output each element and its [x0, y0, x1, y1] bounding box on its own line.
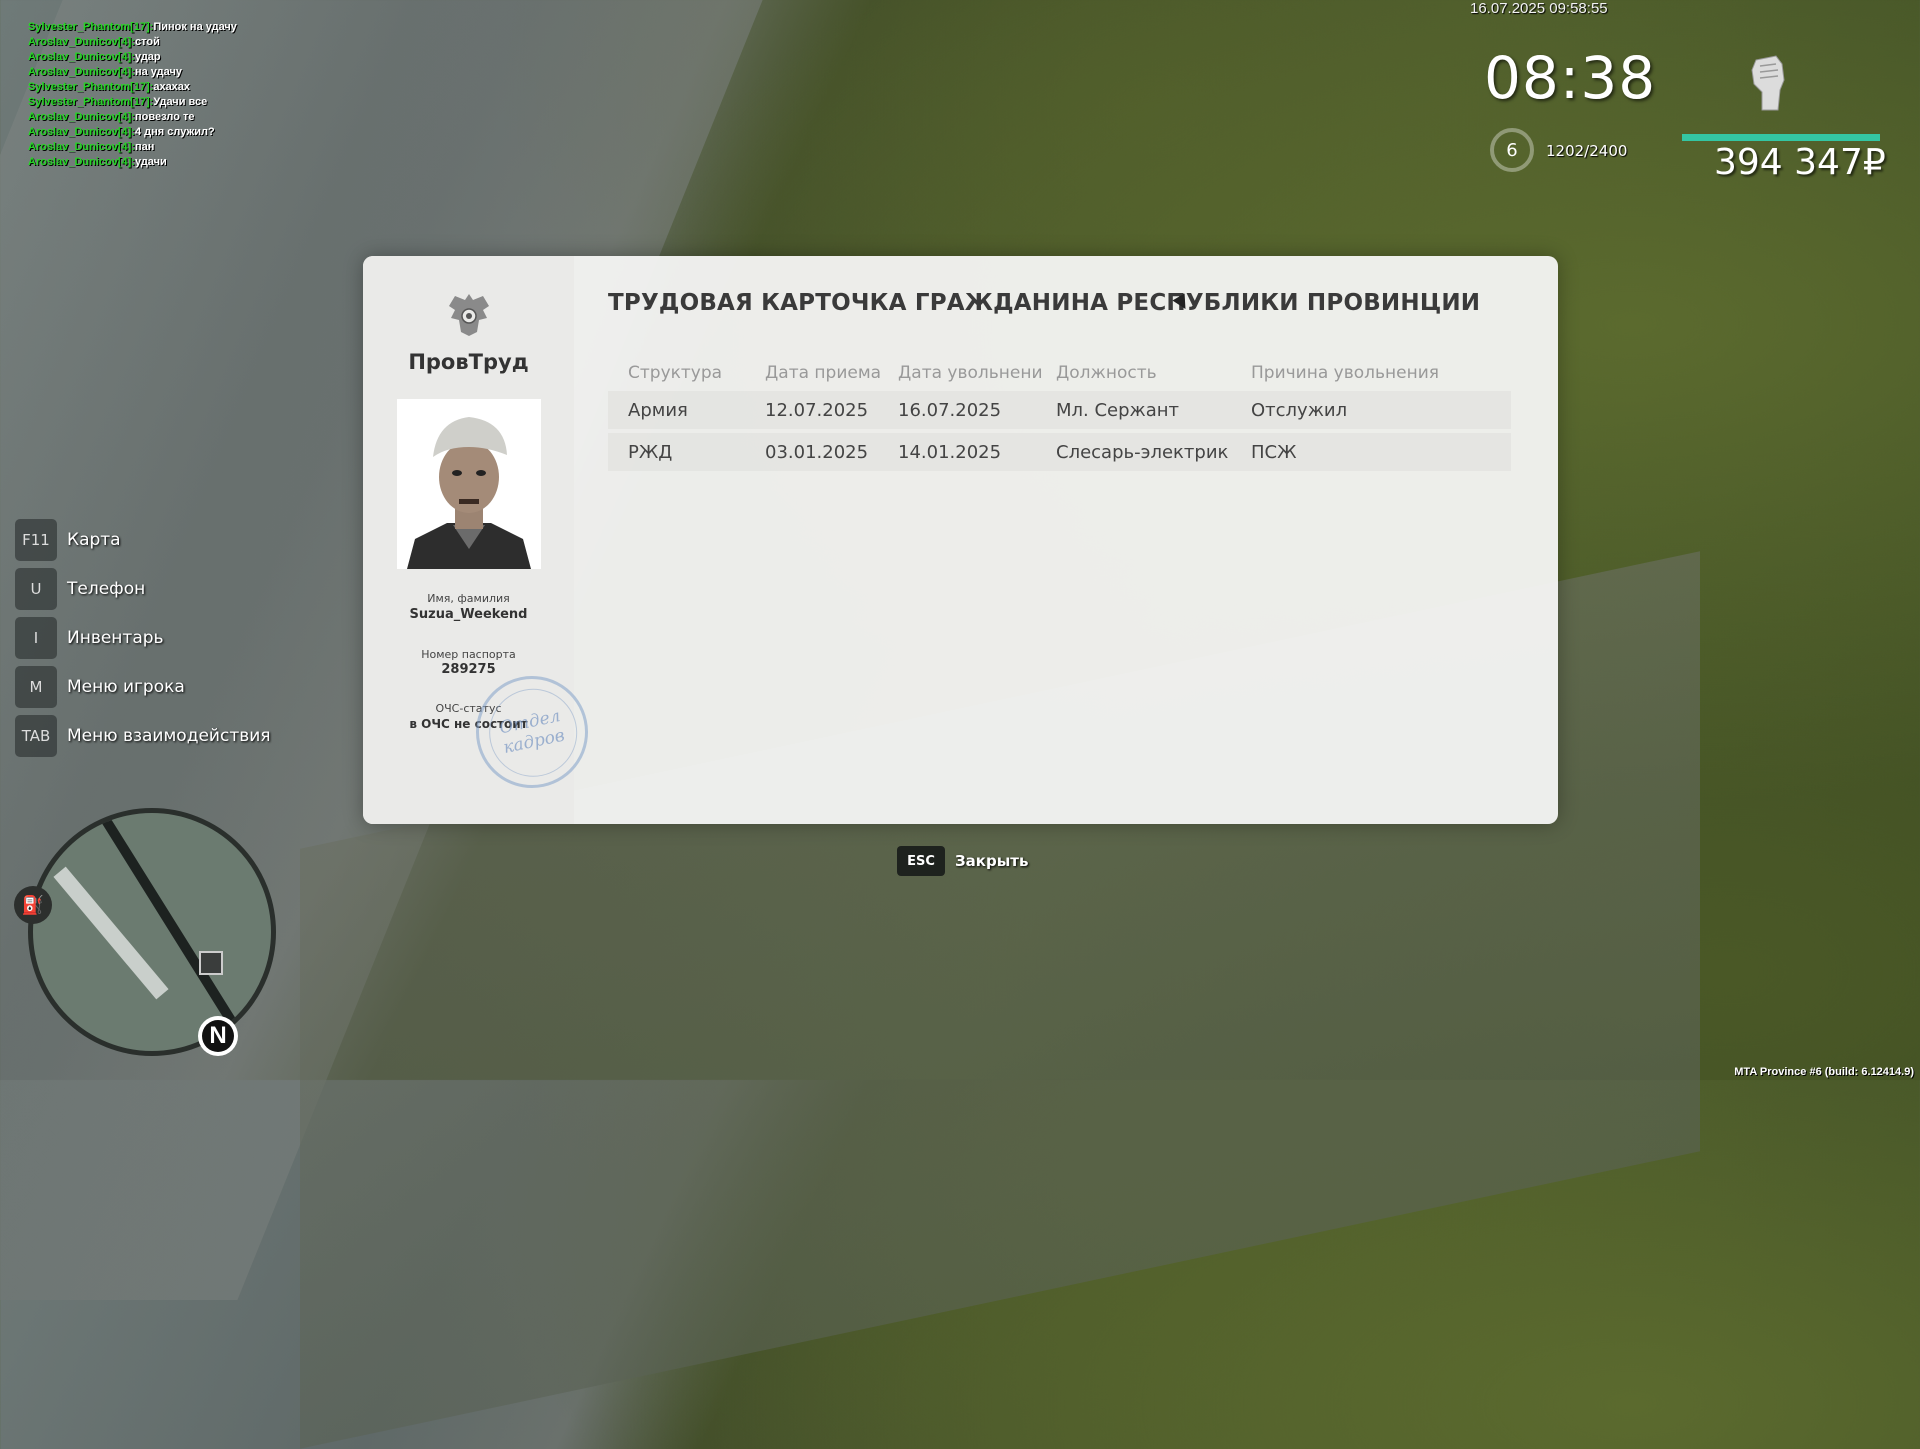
cell-reason: Отслужил: [1251, 399, 1348, 421]
minimap-building: [199, 951, 223, 975]
cell-hire-date: 03.01.2025: [765, 441, 869, 463]
chat-line: Aroslav_Dunicov[4]:4 дня служил?: [28, 126, 215, 138]
card-title: ТРУДОВАЯ КАРТОЧКА ГРАЖДАНИНА РЕСПУБЛИКИ …: [608, 290, 1481, 316]
hotkey-badge: U: [15, 568, 57, 610]
card-records-panel: ТРУДОВАЯ КАРТОЧКА ГРАЖДАНИНА РЕСПУБЛИКИ …: [574, 256, 1558, 824]
column-header-position: Должность: [1056, 363, 1157, 383]
close-button[interactable]: ESC Закрыть: [897, 846, 1028, 876]
column-header-reason: Причина увольнения: [1251, 363, 1439, 383]
column-header-dismissal-date: Дата увольнени: [898, 363, 1043, 383]
chat-line: Aroslav_Dunicov[4]:повезло те: [28, 111, 195, 123]
chat-line: Sylvester_Phantom[17]:Удачи все: [28, 96, 208, 108]
passport-number: 289275: [441, 662, 496, 677]
citizen-name: Suzua_Weekend: [409, 607, 528, 622]
menu-item-map[interactable]: F11 Карта: [15, 518, 271, 562]
passport-label: Номер паспорта: [421, 648, 516, 661]
money-amount: 394 347₽: [1714, 142, 1886, 183]
cell-structure: Армия: [628, 399, 688, 421]
fuel-station-icon: ⛽: [14, 886, 52, 924]
chat-line: Aroslav_Dunicov[4]:удачи: [28, 156, 167, 168]
chat-line: Sylvester_Phantom[17]:Пинок на удачу: [28, 21, 237, 33]
fist-icon: [1751, 55, 1785, 111]
menu-item-phone[interactable]: U Телефон: [15, 567, 271, 611]
north-indicator: N: [198, 1016, 238, 1056]
game-clock: 08:38: [1484, 44, 1657, 112]
hotkey-menu: F11 Карта U Телефон I Инвентарь M Меню игрок…: [15, 518, 271, 763]
stamp-inner-ring: [480, 680, 586, 785]
minimap: [28, 808, 276, 1056]
north-letter: N: [202, 1020, 234, 1052]
citizen-photo: [397, 399, 541, 569]
chat-line: Sylvester_Phantom[17]:ахахах: [28, 81, 191, 93]
money-bar: [1682, 134, 1880, 141]
level-value: 6: [1506, 139, 1518, 161]
menu-label: Меню игрока: [67, 677, 185, 697]
chat-line: Aroslav_Dunicov[4]:пан: [28, 141, 155, 153]
menu-label: Меню взаимодействия: [67, 726, 271, 746]
cell-dismissal-date: 16.07.2025: [898, 399, 1002, 421]
eagle-emblem-icon: [449, 294, 489, 336]
hotkey-badge: TAB: [15, 715, 57, 757]
employment-card-dialog: ПровТруд Имя, фамилия Suzua_Weekend Номе…: [363, 256, 1558, 824]
menu-item-inventory[interactable]: I Инвентарь: [15, 616, 271, 660]
cell-position: Мл. Сержант: [1056, 399, 1180, 421]
cell-hire-date: 12.07.2025: [765, 399, 869, 421]
chat-line: Aroslav_Dunicov[4]:на удачу: [28, 66, 182, 78]
card-profile-panel: ПровТруд Имя, фамилия Suzua_Weekend Номе…: [363, 256, 599, 824]
close-label: Закрыть: [955, 852, 1029, 870]
organization-name: ПровТруд: [408, 350, 529, 374]
hotkey-badge: F11: [15, 519, 57, 561]
menu-item-player[interactable]: M Меню игрока: [15, 665, 271, 709]
level-indicator: 6: [1490, 128, 1534, 172]
avatar: [397, 399, 541, 569]
server-datetime: 16.07.2025 09:58:55: [1470, 0, 1608, 17]
cell-reason: ПСЖ: [1251, 441, 1297, 463]
name-label: Имя, фамилия: [427, 592, 510, 605]
table-row: Армия 12.07.2025 16.07.2025 Мл. Сержант …: [608, 391, 1511, 429]
menu-label: Карта: [67, 530, 121, 550]
cell-position: Слесарь-электрик: [1056, 441, 1229, 463]
column-header-structure: Структура: [628, 363, 723, 383]
column-header-hire-date: Дата приема: [765, 363, 882, 383]
chat-line: Aroslav_Dunicov[4]:стой: [28, 36, 160, 48]
table-header: Структура Дата приема Дата увольнени Дол…: [608, 359, 1511, 387]
employment-table: Структура Дата приема Дата увольнени Дол…: [608, 359, 1511, 471]
menu-item-interaction[interactable]: TAB Меню взаимодействия: [15, 714, 271, 758]
esc-key-badge: ESC: [897, 846, 945, 876]
build-version: MTA Province #6 (build: 6.12414.9): [1734, 1066, 1914, 1078]
hotkey-badge: M: [15, 666, 57, 708]
xp-counter: 1202/2400: [1546, 142, 1628, 160]
cell-dismissal-date: 14.01.2025: [898, 441, 1002, 463]
cell-structure: РЖД: [628, 441, 673, 463]
chat-line: Aroslav_Dunicov[4]:удар: [28, 51, 161, 63]
chat-log: Sylvester_Phantom[17]:Пинок на удачу Aro…: [28, 20, 237, 170]
table-row: РЖД 03.01.2025 14.01.2025 Слесарь-электр…: [608, 433, 1511, 471]
hotkey-badge: I: [15, 617, 57, 659]
menu-label: Телефон: [67, 579, 146, 599]
menu-label: Инвентарь: [67, 628, 164, 648]
